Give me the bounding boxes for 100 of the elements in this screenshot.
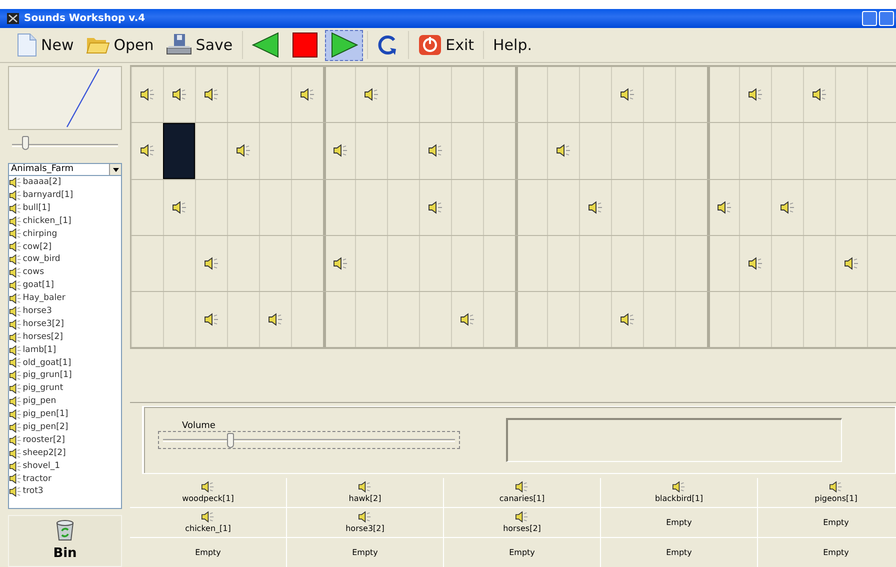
- speaker-icon: [9, 216, 22, 227]
- sound-list-item[interactable]: cows: [9, 266, 121, 280]
- speaker-icon: [9, 190, 22, 201]
- volume-slider[interactable]: [158, 431, 460, 449]
- speaker-icon: [748, 88, 763, 102]
- new-button[interactable]: New: [12, 30, 79, 60]
- sound-list-item[interactable]: chicken_[1]: [9, 214, 121, 228]
- rewind-arrow-icon: [252, 32, 280, 58]
- minimize-button[interactable]: [862, 11, 877, 26]
- speaker-icon: [333, 144, 348, 158]
- speaker-icon: [333, 256, 348, 270]
- speaker-icon: [748, 256, 763, 270]
- sound-slot[interactable]: horses[2]: [444, 508, 601, 538]
- speaker-icon: [620, 88, 635, 102]
- speaker-icon: [9, 370, 22, 382]
- speaker-icon: [9, 448, 22, 459]
- sound-list-item[interactable]: bull[1]: [9, 202, 121, 215]
- sound-list-item[interactable]: cow[2]: [9, 240, 121, 254]
- speaker-icon: [364, 88, 379, 102]
- speaker-icon: [9, 486, 22, 498]
- speaker-icon: [9, 332, 22, 343]
- speaker-icon: [829, 481, 843, 493]
- speaker-icon: [812, 88, 827, 102]
- speaker-icon: [9, 383, 22, 394]
- open-button[interactable]: Open: [80, 30, 159, 60]
- document-icon: [17, 33, 37, 57]
- sound-list-item[interactable]: barnyard[1]: [9, 188, 121, 202]
- sound-list-item[interactable]: rooster[2]: [9, 434, 121, 447]
- sound-slot[interactable]: woodpeck[1]: [130, 478, 287, 508]
- sound-list-item[interactable]: horse3: [9, 304, 121, 318]
- sound-list-item[interactable]: pig_grun[1]: [9, 369, 121, 382]
- disk-drive-icon: [166, 33, 192, 57]
- sound-list-item[interactable]: horses[2]: [9, 330, 121, 344]
- sound-slot[interactable]: chicken_[1]: [130, 508, 287, 538]
- speaker-icon: [9, 434, 22, 446]
- speaker-icon: [172, 88, 187, 102]
- speaker-icon: [9, 396, 22, 408]
- sound-slot[interactable]: hawk[2]: [287, 478, 444, 508]
- play-button[interactable]: [324, 30, 363, 60]
- grid-cell[interactable]: [163, 123, 195, 179]
- help-menu[interactable]: Help.: [488, 30, 537, 60]
- speaker-icon: [9, 473, 22, 484]
- speaker-icon: [9, 267, 22, 278]
- speaker-icon: [9, 241, 22, 252]
- app-icon: [6, 12, 20, 25]
- speaker-icon: [9, 460, 22, 472]
- sound-list-item[interactable]: lamb[1]: [9, 344, 121, 356]
- sound-list-item[interactable]: pig_pen[2]: [9, 420, 121, 434]
- speaker-icon: [201, 511, 215, 523]
- speaker-icon: [780, 200, 795, 214]
- sound-list-item[interactable]: pig_pen: [9, 395, 121, 408]
- category-dropdown[interactable]: Animals_Farm: [8, 163, 122, 176]
- sound-list-item[interactable]: tractor: [9, 472, 121, 486]
- speaker-icon: [9, 292, 22, 304]
- sound-list-item[interactable]: pig_grunt: [9, 382, 121, 396]
- power-icon: [418, 34, 442, 56]
- sound-list-item[interactable]: pig_pen[1]: [9, 408, 121, 421]
- speaker-icon: [9, 228, 22, 240]
- speaker-icon: [620, 313, 635, 326]
- sound-list-item[interactable]: trot3: [9, 485, 121, 498]
- sound-slot[interactable]: Empty: [601, 508, 758, 538]
- sound-slot[interactable]: pigeons[1]: [758, 478, 896, 508]
- save-button[interactable]: Save: [160, 30, 238, 60]
- folder-icon: [86, 35, 110, 55]
- speaker-icon: [9, 280, 22, 292]
- sound-list-item[interactable]: sheep2[2]: [9, 446, 121, 460]
- sound-list-item[interactable]: Hay_baler: [9, 292, 121, 305]
- speaker-icon: [140, 144, 155, 158]
- speaker-icon: [460, 313, 475, 326]
- sound-list-item[interactable]: baaaa[2]: [9, 176, 121, 189]
- speaker-icon: [428, 200, 443, 214]
- speaker-icon: [172, 200, 187, 214]
- sound-slot[interactable]: canaries[1]: [444, 478, 601, 508]
- speaker-icon: [556, 144, 571, 158]
- speaker-icon: [236, 144, 251, 158]
- speaker-icon: [268, 313, 283, 326]
- sound-list-item[interactable]: horse3[2]: [9, 318, 121, 331]
- sound-list-item[interactable]: cow_bird: [9, 253, 121, 266]
- speaker-icon: [672, 481, 686, 493]
- loop-icon: [376, 34, 399, 56]
- sound-list-item[interactable]: shovel_1: [9, 460, 121, 472]
- volume-label: Volume: [182, 420, 216, 433]
- sound-slot[interactable]: horse3[2]: [287, 508, 444, 538]
- speaker-icon: [300, 88, 315, 102]
- speaker-icon: [9, 422, 22, 433]
- caret-icon: [112, 168, 118, 172]
- sound-slot[interactable]: blackbird[1]: [601, 478, 758, 508]
- bin-button[interactable]: Bin: [8, 515, 122, 567]
- speaker-icon: [9, 202, 22, 214]
- speaker-icon: [9, 254, 22, 266]
- exit-button[interactable]: Exit: [412, 30, 480, 60]
- sound-list-item[interactable]: old_goat[1]: [9, 356, 121, 370]
- window-title: Sounds Workshop v.4: [24, 12, 146, 26]
- sound-list-item[interactable]: goat[1]: [9, 279, 121, 292]
- stop-icon: [292, 32, 318, 58]
- sound-list-item[interactable]: chirping: [9, 228, 121, 240]
- speaker-icon: [9, 357, 22, 368]
- maximize-button[interactable]: [879, 11, 894, 26]
- speaker-icon: [204, 88, 219, 102]
- speaker-icon: [201, 481, 215, 493]
